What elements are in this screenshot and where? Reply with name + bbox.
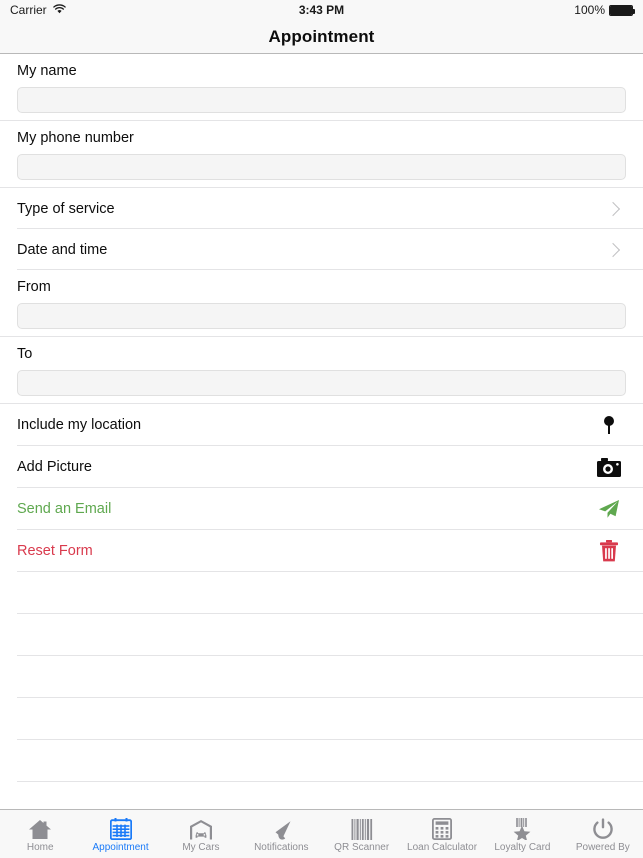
tab-label-powered-by: Powered By	[575, 842, 630, 853]
navigation-bar: Appointment	[0, 20, 643, 54]
status-bar: Carrier 3:43 PM 100%	[0, 0, 643, 20]
calendar-icon	[109, 816, 132, 840]
cell-include-my-location[interactable]: Include my location	[0, 404, 643, 446]
garage-car-icon	[189, 816, 213, 840]
label-my-name: My name	[17, 63, 77, 79]
megaphone-icon	[269, 816, 293, 840]
paper-plane-icon	[596, 499, 622, 519]
label-my-phone-number: My phone number	[17, 130, 134, 146]
tab-label-notifications: Notifications	[254, 842, 309, 853]
label-from: From	[17, 279, 51, 295]
chevron-right-icon	[605, 242, 621, 257]
tab-bar[interactable]: Home Appointment My Cars Notifications Q…	[0, 809, 643, 858]
table-row	[0, 698, 643, 740]
tab-label-loan-calculator: Loan Calculator	[407, 842, 478, 853]
chevron-right-icon	[605, 201, 621, 216]
cell-my-phone-number: My phone number	[0, 121, 643, 188]
carrier-label: Carrier	[10, 3, 47, 17]
cell-date-and-time[interactable]: Date and time	[0, 229, 643, 270]
cell-my-name: My name	[0, 54, 643, 121]
barcode-icon	[351, 816, 373, 840]
cell-from: From	[0, 270, 643, 337]
cell-reset-form[interactable]: Reset Form	[0, 530, 643, 572]
loyalty-star-icon	[511, 816, 533, 840]
form-table[interactable]: My name My phone number Type of service …	[0, 54, 643, 809]
cell-send-an-email[interactable]: Send an Email	[0, 488, 643, 530]
tab-appointment[interactable]: Appointment	[80, 810, 160, 858]
label-include-my-location: Include my location	[17, 417, 142, 433]
page-title: Appointment	[268, 26, 375, 46]
cell-type-of-service[interactable]: Type of service	[0, 188, 643, 229]
tab-label-appointment: Appointment	[92, 842, 149, 853]
power-icon	[592, 816, 614, 840]
app-screen: Carrier 3:43 PM 100% Appointment My name…	[0, 0, 643, 858]
table-row	[0, 614, 643, 656]
input-my-phone-number[interactable]	[17, 154, 626, 180]
home-icon	[28, 816, 52, 840]
status-bar-left: Carrier	[10, 3, 66, 17]
tab-home[interactable]: Home	[0, 810, 80, 858]
tab-label-my-cars: My Cars	[182, 842, 220, 853]
calculator-icon	[432, 816, 453, 840]
table-row	[0, 740, 643, 782]
tab-label-loyalty-card: Loyalty Card	[494, 842, 551, 853]
tab-label-qr-scanner: QR Scanner	[334, 842, 390, 853]
location-pin-icon	[596, 415, 622, 435]
tab-loyalty-card[interactable]: Loyalty Card	[482, 810, 562, 858]
label-to: To	[17, 346, 33, 362]
status-bar-time: 3:43 PM	[298, 3, 345, 17]
label-add-picture: Add Picture	[17, 459, 92, 475]
trash-icon	[596, 540, 622, 562]
tab-powered-by[interactable]: Powered By	[563, 810, 643, 858]
status-bar-right: 100%	[574, 3, 635, 17]
label-date-and-time: Date and time	[17, 241, 108, 258]
input-my-name[interactable]	[17, 87, 626, 113]
battery-full-icon	[609, 4, 635, 16]
tab-label-home: Home	[26, 842, 54, 853]
cell-add-picture[interactable]: Add Picture	[0, 446, 643, 488]
camera-icon	[596, 457, 622, 477]
tab-qr-scanner[interactable]: QR Scanner	[322, 810, 402, 858]
tab-notifications[interactable]: Notifications	[241, 810, 321, 858]
label-type-of-service: Type of service	[17, 200, 115, 217]
wifi-icon	[52, 3, 66, 17]
input-from[interactable]	[17, 303, 626, 329]
table-row	[0, 572, 643, 614]
battery-percent-label: 100%	[574, 3, 605, 17]
input-to[interactable]	[17, 370, 626, 396]
tab-my-cars[interactable]: My Cars	[161, 810, 241, 858]
tab-loan-calculator[interactable]: Loan Calculator	[402, 810, 482, 858]
cell-to: To	[0, 337, 643, 404]
label-reset-form: Reset Form	[17, 543, 93, 559]
table-row	[0, 656, 643, 698]
label-send-an-email: Send an Email	[17, 501, 112, 517]
